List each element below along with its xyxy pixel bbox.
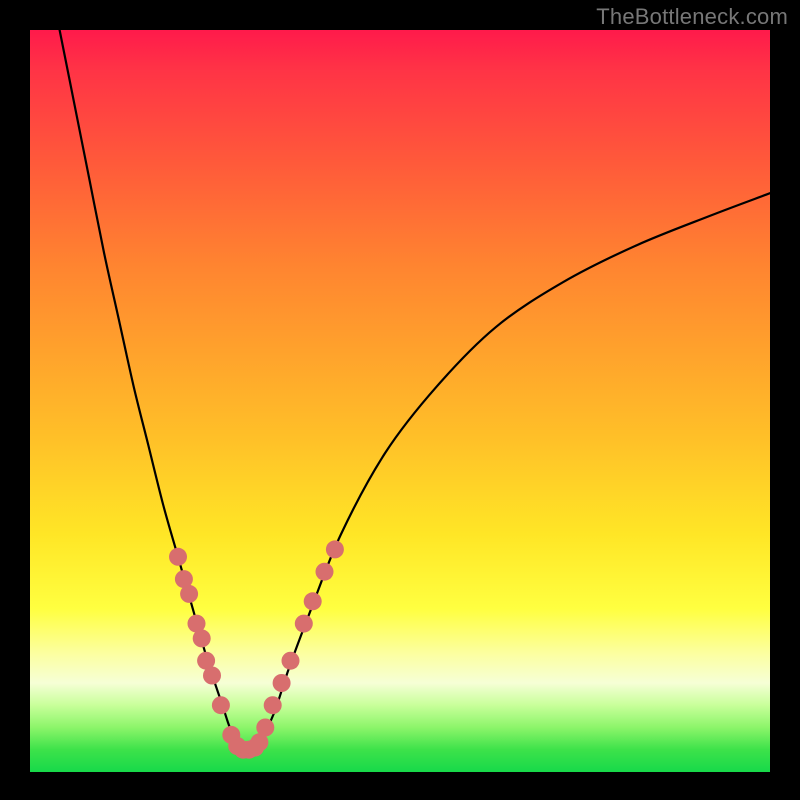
marker-dot (316, 563, 334, 581)
marker-dot (203, 667, 221, 685)
marker-dot (256, 719, 274, 737)
watermark-text: TheBottleneck.com (596, 4, 788, 30)
marker-dot (282, 652, 300, 670)
marker-dot (212, 696, 230, 714)
chart-svg (30, 30, 770, 772)
marker-dot (264, 696, 282, 714)
plot-area (30, 30, 770, 772)
highlight-dots (169, 540, 344, 758)
marker-dot (326, 540, 344, 558)
marker-dot (169, 548, 187, 566)
marker-dot (295, 615, 313, 633)
marker-dot (180, 585, 198, 603)
bottleneck-curve (60, 30, 770, 751)
marker-dot (304, 592, 322, 610)
marker-dot (193, 629, 211, 647)
marker-dot (273, 674, 291, 692)
chart-frame: TheBottleneck.com (0, 0, 800, 800)
